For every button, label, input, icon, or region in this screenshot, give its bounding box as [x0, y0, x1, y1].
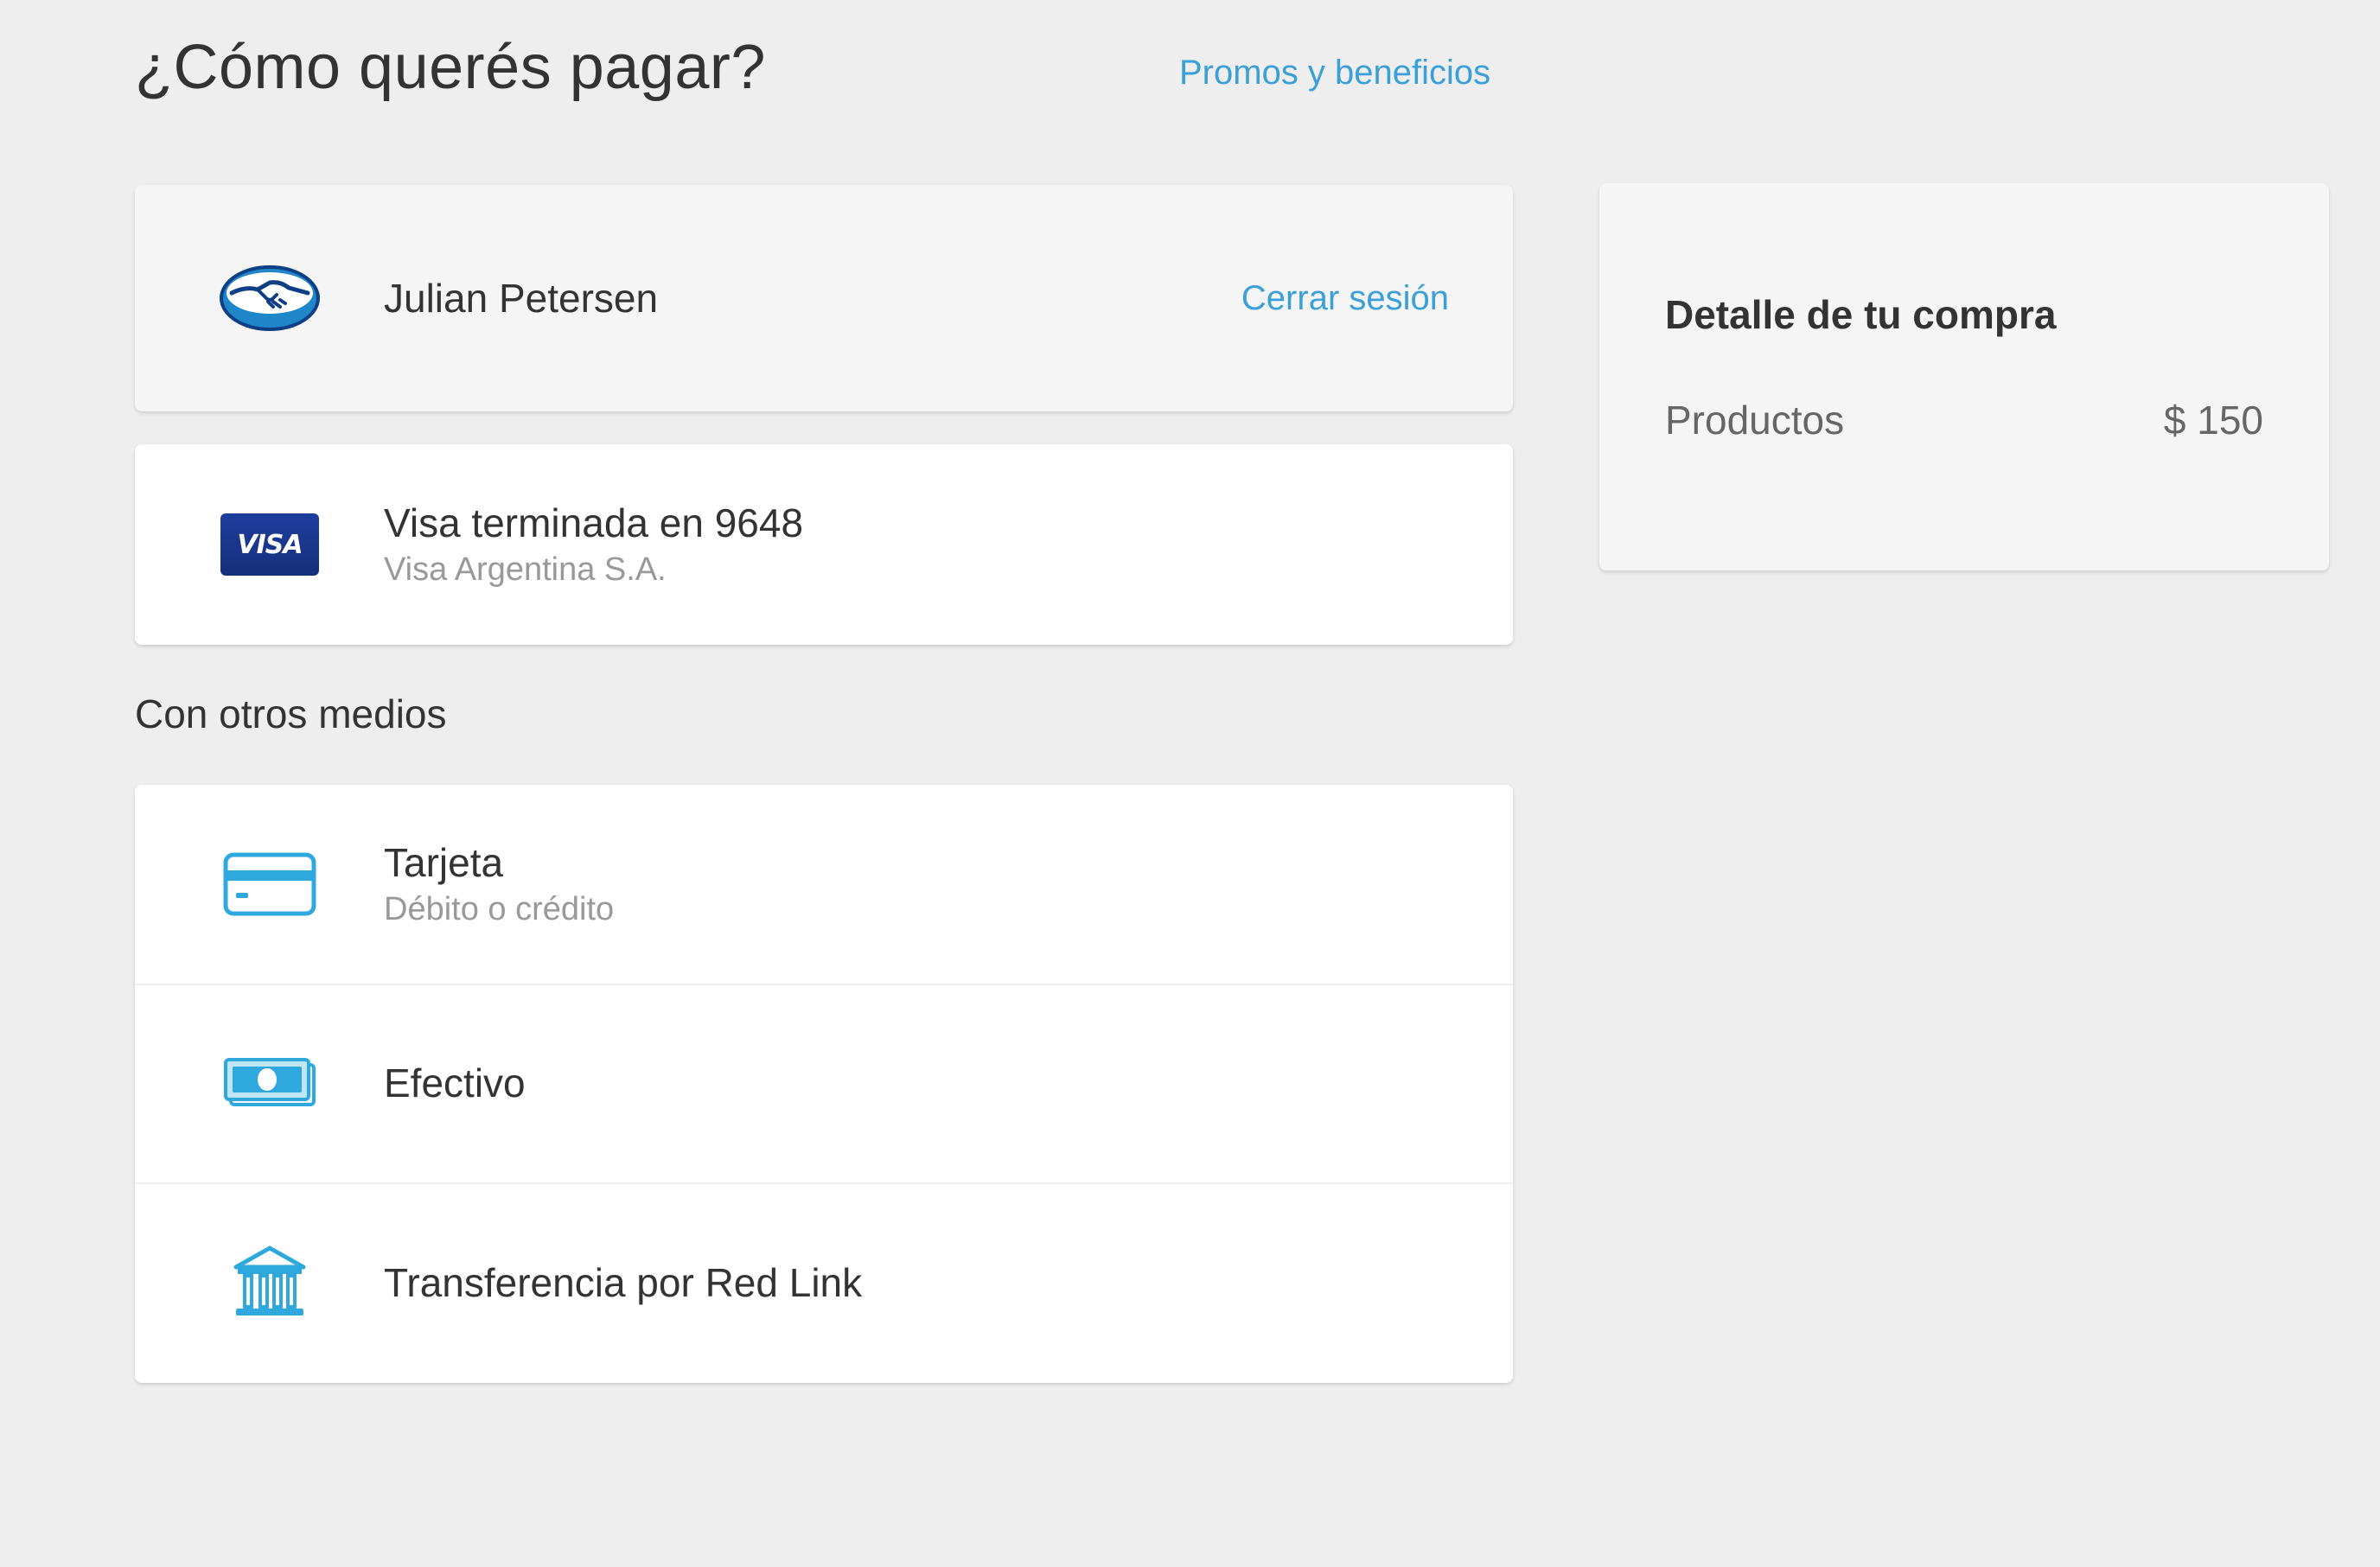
credit-card-icon	[220, 850, 320, 919]
bank-icon	[220, 1245, 320, 1317]
method-transfer-text: Transferencia por Red Link	[384, 1258, 862, 1307]
method-transfer-option[interactable]: Transferencia por Red Link	[135, 1182, 1513, 1383]
saved-card-row[interactable]: VISA Visa terminada en 9648 Visa Argenti…	[135, 444, 1513, 645]
other-methods-list: Tarjeta Débito o crédito Efectivo Transf…	[135, 785, 1513, 1383]
account-row: Julian Petersen Cerrar sesión	[135, 185, 1513, 411]
summary-title: Detalle de tu compra	[1665, 292, 2057, 337]
promos-link[interactable]: Promos y beneficios	[1179, 52, 1490, 93]
method-card-option[interactable]: Tarjeta Débito o crédito	[135, 785, 1513, 985]
method-card-title: Tarjeta	[384, 840, 504, 885]
method-cash-title: Efectivo	[384, 1061, 526, 1105]
account-text: Julian Petersen	[384, 274, 658, 322]
summary-products-label: Productos	[1665, 398, 1845, 443]
account-card: Julian Petersen Cerrar sesión	[135, 185, 1513, 411]
cash-icon	[220, 1048, 320, 1118]
saved-card-option[interactable]: VISA Visa terminada en 9648 Visa Argenti…	[135, 444, 1513, 645]
method-cash-text: Efectivo	[384, 1059, 526, 1107]
purchase-summary: Detalle de tu compra Productos $ 150	[1599, 183, 2329, 570]
method-card-text: Tarjeta Débito o crédito	[384, 838, 614, 930]
visa-icon: VISA	[220, 510, 320, 579]
account-user-name: Julian Petersen	[384, 276, 659, 321]
method-transfer-title: Transferencia por Red Link	[384, 1260, 863, 1305]
page-title: ¿Cómo querés pagar?	[135, 33, 766, 102]
logout-link[interactable]: Cerrar sesión	[1241, 277, 1449, 319]
saved-card-title: Visa terminada en 9648	[384, 500, 804, 545]
saved-card-text: Visa terminada en 9648 Visa Argentina S.…	[384, 499, 803, 590]
method-cash-option[interactable]: Efectivo	[135, 984, 1513, 1184]
visa-badge-label: VISA	[220, 513, 319, 576]
summary-products-value: $ 150	[2163, 398, 2263, 443]
saved-card-issuer: Visa Argentina S.A.	[384, 551, 667, 588]
mercadopago-handshake-icon	[220, 264, 320, 333]
method-card-subtitle: Débito o crédito	[384, 891, 615, 927]
other-methods-heading: Con otros medios	[135, 691, 447, 736]
